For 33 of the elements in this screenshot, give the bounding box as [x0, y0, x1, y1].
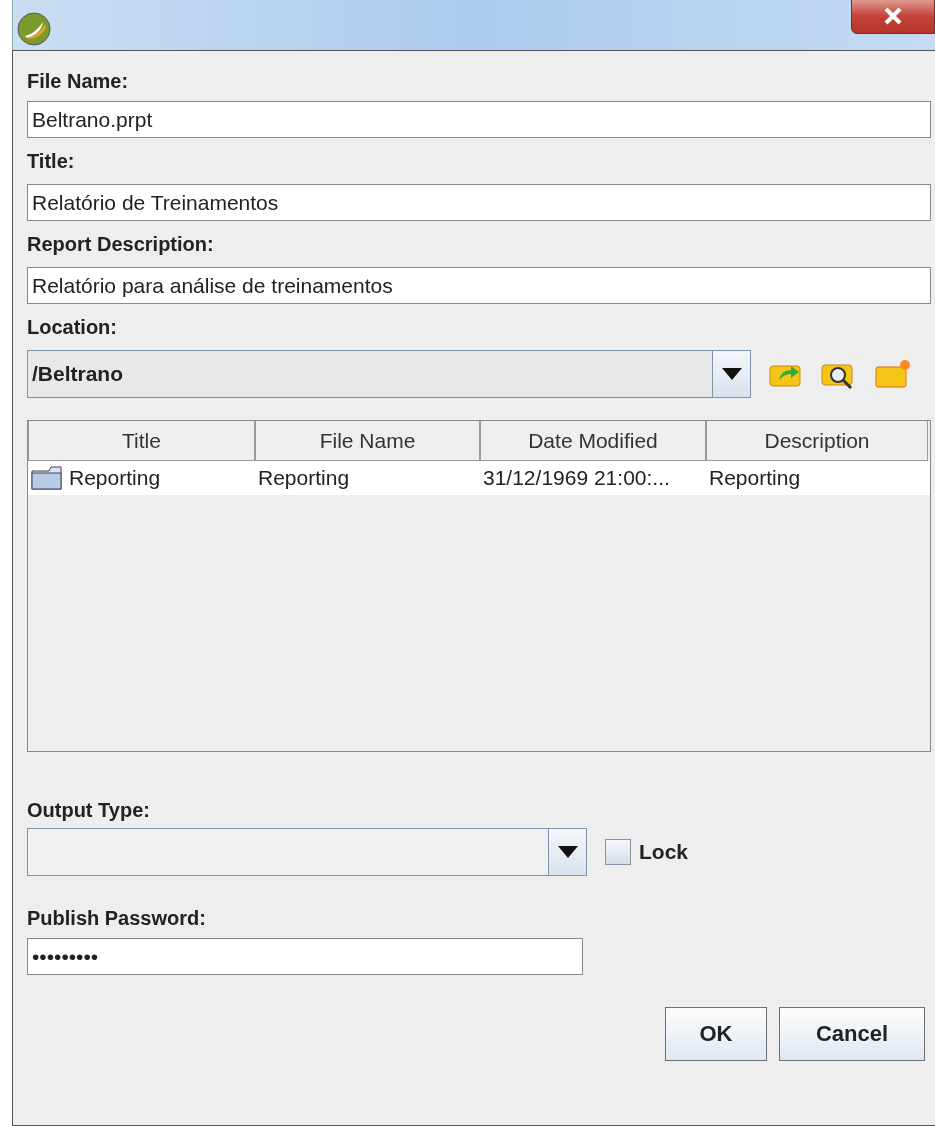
field-label: Title:	[27, 148, 76, 174]
text-field[interactable]: Relatório para análise de treinamentos	[27, 267, 931, 304]
field-label: Output Type:	[27, 798, 151, 823]
dropdown-arrow-button[interactable]	[712, 351, 750, 397]
password-field[interactable]: •••••••••	[27, 938, 583, 975]
field-label: File Name:	[27, 68, 130, 94]
field-label: Location:	[27, 314, 118, 340]
field-label: Publish Password:	[27, 906, 207, 931]
text-field[interactable]: Relatório de Treinamentos	[27, 184, 931, 221]
text-field[interactable]: Beltrano.prpt	[27, 101, 931, 138]
table-cell: 31/12/1969 21:00:...	[483, 466, 670, 490]
close-icon	[882, 7, 904, 25]
app-logo-icon	[17, 12, 51, 46]
caret-icon	[721, 368, 742, 380]
lock-checkbox[interactable]	[605, 839, 631, 865]
table-cell: Reporting	[709, 466, 801, 490]
dialog-button[interactable]: OK	[665, 1007, 767, 1061]
new-folder-icon	[875, 359, 911, 389]
field-label: Report Description:	[27, 231, 215, 257]
location-dropdown[interactable]: /Beltrano	[27, 350, 751, 398]
table-cell: Reporting	[69, 466, 161, 490]
table-row[interactable]: Reporting Reporting 31/12/1969 21:00:... Reporting	[28, 461, 930, 495]
column-header[interactable]: Description	[706, 421, 928, 461]
caret-icon	[557, 846, 578, 858]
column-header[interactable]: Date Modified	[480, 421, 706, 461]
checkbox-label: Lock	[639, 840, 688, 864]
table-cell: Reporting	[258, 466, 350, 490]
dialog-button[interactable]: Cancel	[779, 1007, 925, 1061]
folder-icon	[31, 466, 63, 490]
column-header[interactable]: Title	[28, 421, 255, 461]
close-button[interactable]	[851, 0, 935, 34]
column-header[interactable]: File Name	[255, 421, 480, 461]
dropdown-arrow-button[interactable]	[548, 829, 586, 875]
